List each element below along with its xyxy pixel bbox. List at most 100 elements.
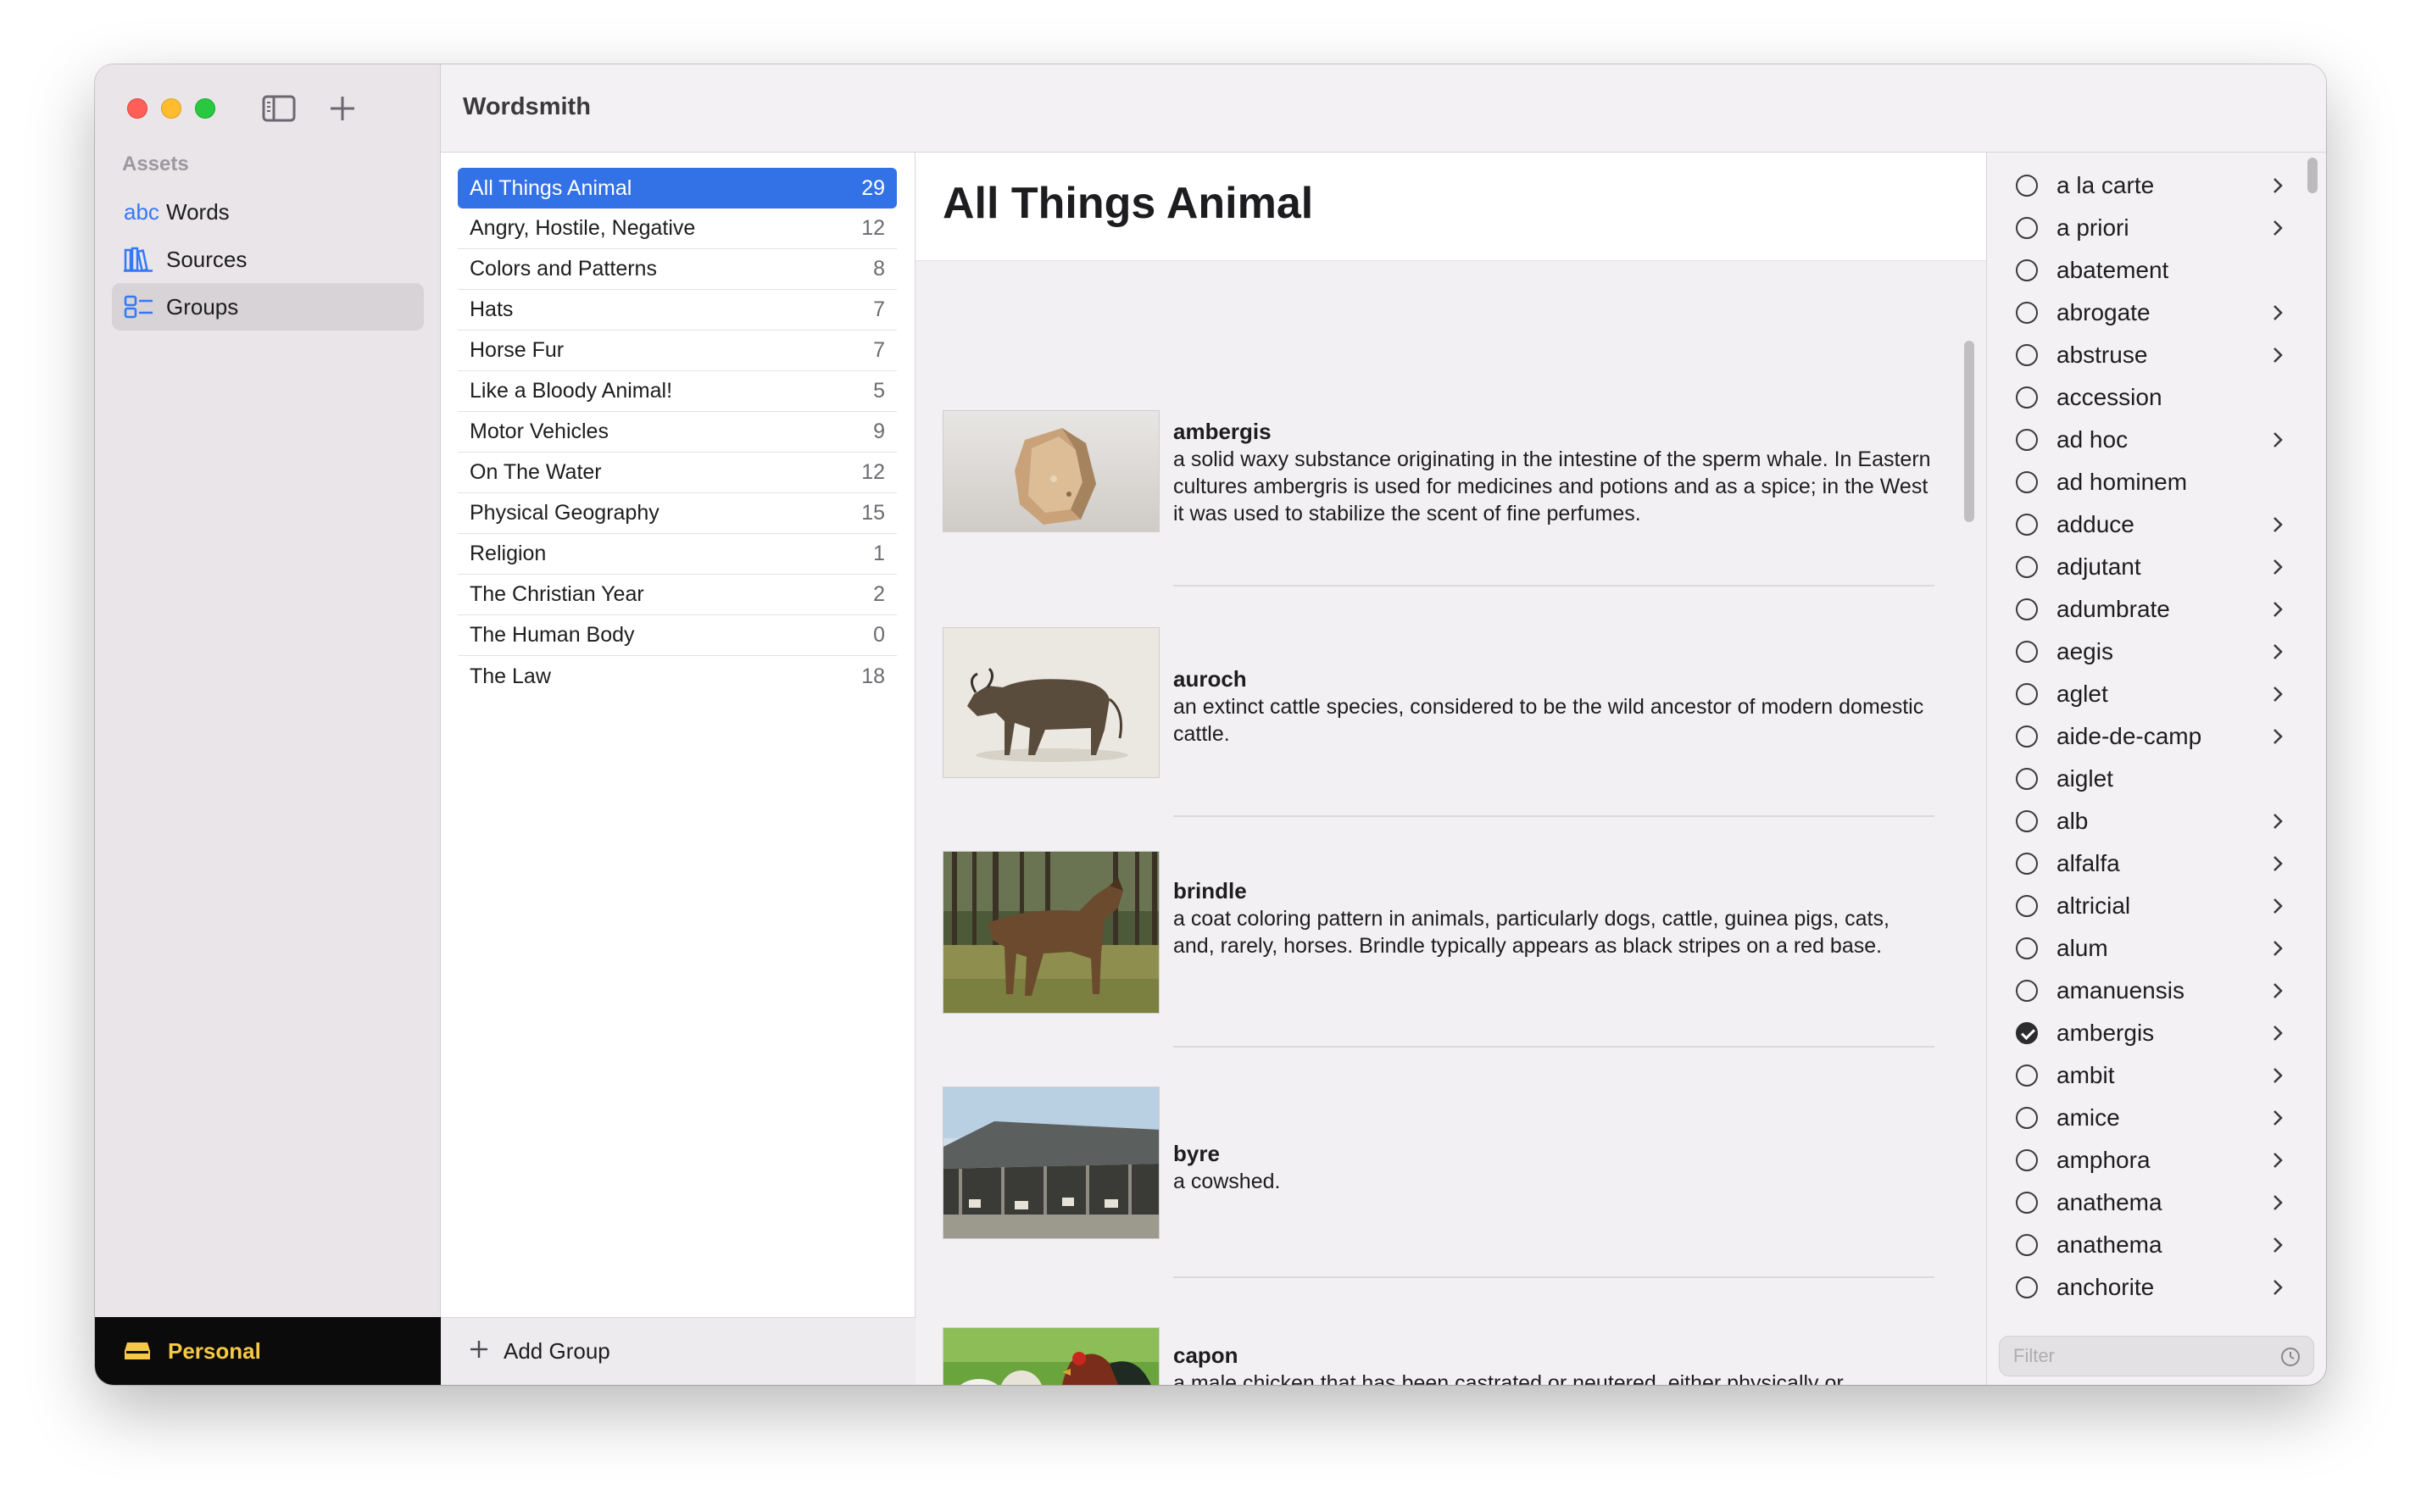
chevron-right-icon[interactable] xyxy=(2267,725,2289,748)
word-list-item[interactable]: a priori xyxy=(1987,207,2326,249)
circle-icon[interactable] xyxy=(2016,937,2038,959)
filter-field[interactable] xyxy=(1999,1336,2314,1376)
circle-icon[interactable] xyxy=(2016,471,2038,493)
word-list-item[interactable]: aiglet xyxy=(1987,758,2326,800)
chevron-right-icon[interactable] xyxy=(2267,217,2289,239)
circle-icon[interactable] xyxy=(2016,217,2038,239)
chevron-right-icon[interactable] xyxy=(2267,810,2289,832)
sidebar-item-groups[interactable]: Groups xyxy=(112,283,424,331)
circle-icon[interactable] xyxy=(2016,1149,2038,1171)
circle-icon[interactable] xyxy=(2016,895,2038,917)
chevron-right-icon[interactable] xyxy=(2267,556,2289,578)
chevron-right-icon[interactable] xyxy=(2267,344,2289,366)
word-entry[interactable]: brindle a coat coloring pattern in anima… xyxy=(943,851,1934,1017)
word-list-item[interactable]: ambergis xyxy=(1987,1012,2326,1054)
word-list-item[interactable]: ad hominem xyxy=(1987,461,2326,503)
chevron-right-icon[interactable] xyxy=(2267,429,2289,451)
circle-icon[interactable] xyxy=(2016,556,2038,578)
circle-icon[interactable] xyxy=(2016,429,2038,451)
circle-icon[interactable] xyxy=(2016,344,2038,366)
group-row[interactable]: Angry, Hostile, Negative 12 xyxy=(458,208,897,249)
group-row[interactable]: All Things Animal 29 xyxy=(458,168,897,208)
word-list-item[interactable]: alfalfa xyxy=(1987,842,2326,885)
sidebar-item-sources[interactable]: Sources xyxy=(112,236,424,283)
word-list-item[interactable]: adumbrate xyxy=(1987,588,2326,631)
chevron-right-icon[interactable] xyxy=(2267,895,2289,917)
word-list-item[interactable]: adjutant xyxy=(1987,546,2326,588)
group-row[interactable]: Motor Vehicles 9 xyxy=(458,412,897,453)
add-group-button[interactable]: Add Group xyxy=(441,1317,916,1385)
group-row[interactable]: Colors and Patterns 8 xyxy=(458,249,897,290)
word-list-item[interactable]: abstruse xyxy=(1987,334,2326,376)
chevron-right-icon[interactable] xyxy=(2267,1022,2289,1044)
group-row[interactable]: Horse Fur 7 xyxy=(458,331,897,371)
word-entry[interactable]: capon a male chicken that has been castr… xyxy=(943,1327,1934,1385)
circle-icon[interactable] xyxy=(2016,1234,2038,1256)
circle-icon[interactable] xyxy=(2016,1065,2038,1087)
circle-icon[interactable] xyxy=(2016,514,2038,536)
word-list-item[interactable]: ambit xyxy=(1987,1054,2326,1097)
word-entry[interactable]: ambergis a solid waxy substance originat… xyxy=(943,410,1934,537)
group-row[interactable]: The Christian Year 2 xyxy=(458,575,897,615)
chevron-right-icon[interactable] xyxy=(2267,641,2289,663)
sidebar-item-words[interactable]: abc Words xyxy=(112,188,424,236)
circle-icon[interactable] xyxy=(2016,980,2038,1002)
chevron-right-icon[interactable] xyxy=(2267,1107,2289,1129)
circle-icon[interactable] xyxy=(2016,641,2038,663)
word-list-item[interactable]: altricial xyxy=(1987,885,2326,927)
word-list-item[interactable]: adduce xyxy=(1987,503,2326,546)
word-list-item[interactable]: abrogate xyxy=(1987,292,2326,334)
circle-icon[interactable] xyxy=(2016,1192,2038,1214)
word-list-item[interactable]: anchorite xyxy=(1987,1266,2326,1309)
group-row[interactable]: The Human Body 0 xyxy=(458,615,897,656)
filter-input[interactable] xyxy=(2013,1345,2268,1367)
group-row[interactable]: Religion 1 xyxy=(458,534,897,575)
circle-icon[interactable] xyxy=(2016,683,2038,705)
word-list-item[interactable]: amphora xyxy=(1987,1139,2326,1181)
chevron-right-icon[interactable] xyxy=(2267,514,2289,536)
word-list-item[interactable]: abatement xyxy=(1987,249,2326,292)
group-row[interactable]: Like a Bloody Animal! 5 xyxy=(458,371,897,412)
chevron-right-icon[interactable] xyxy=(2267,1065,2289,1087)
chevron-right-icon[interactable] xyxy=(2267,853,2289,875)
chevron-right-icon[interactable] xyxy=(2267,1149,2289,1171)
word-list-item[interactable]: amice xyxy=(1987,1097,2326,1139)
close-window-button[interactable] xyxy=(127,98,147,119)
clock-icon[interactable] xyxy=(2279,1346,2301,1368)
word-list-item[interactable]: ad hoc xyxy=(1987,419,2326,461)
word-list-item[interactable]: a la carte xyxy=(1987,164,2326,207)
circle-icon[interactable] xyxy=(2016,175,2038,197)
chevron-right-icon[interactable] xyxy=(2267,302,2289,324)
circle-icon[interactable] xyxy=(2016,853,2038,875)
chevron-right-icon[interactable] xyxy=(2267,1234,2289,1256)
chevron-right-icon[interactable] xyxy=(2267,1192,2289,1214)
minimize-window-button[interactable] xyxy=(161,98,181,119)
chevron-right-icon[interactable] xyxy=(2267,175,2289,197)
word-entry[interactable]: auroch an extinct cattle species, consid… xyxy=(943,627,1934,780)
word-list-item[interactable]: aide-de-camp xyxy=(1987,715,2326,758)
chevron-right-icon[interactable] xyxy=(2267,598,2289,620)
circle-icon[interactable] xyxy=(2016,725,2038,748)
group-row[interactable]: The Law 18 xyxy=(458,656,897,697)
word-list-item[interactable]: anathema xyxy=(1987,1224,2326,1266)
chevron-right-icon[interactable] xyxy=(2267,1276,2289,1298)
circle-icon[interactable] xyxy=(2016,302,2038,324)
add-button[interactable] xyxy=(326,92,359,125)
zoom-window-button[interactable] xyxy=(195,98,215,119)
word-list-item[interactable]: amanuensis xyxy=(1987,970,2326,1012)
word-list-item[interactable]: aegis xyxy=(1987,631,2326,673)
circle-icon[interactable] xyxy=(2016,810,2038,832)
scrollbar[interactable] xyxy=(1964,341,1974,522)
circle-icon[interactable] xyxy=(2016,259,2038,281)
account-switcher[interactable]: Personal xyxy=(95,1317,441,1385)
group-row[interactable]: Physical Geography 15 xyxy=(458,493,897,534)
sidebar-toggle-button[interactable] xyxy=(261,93,297,124)
word-list-item[interactable]: accession xyxy=(1987,376,2326,419)
chevron-right-icon[interactable] xyxy=(2267,937,2289,959)
circle-icon[interactable] xyxy=(2016,1276,2038,1298)
word-list-item[interactable]: alum xyxy=(1987,927,2326,970)
chevron-right-icon[interactable] xyxy=(2267,980,2289,1002)
word-list-item[interactable]: anathema xyxy=(1987,1181,2326,1224)
checkmark-circle-icon[interactable] xyxy=(2016,1022,2038,1044)
circle-icon[interactable] xyxy=(2016,1107,2038,1129)
